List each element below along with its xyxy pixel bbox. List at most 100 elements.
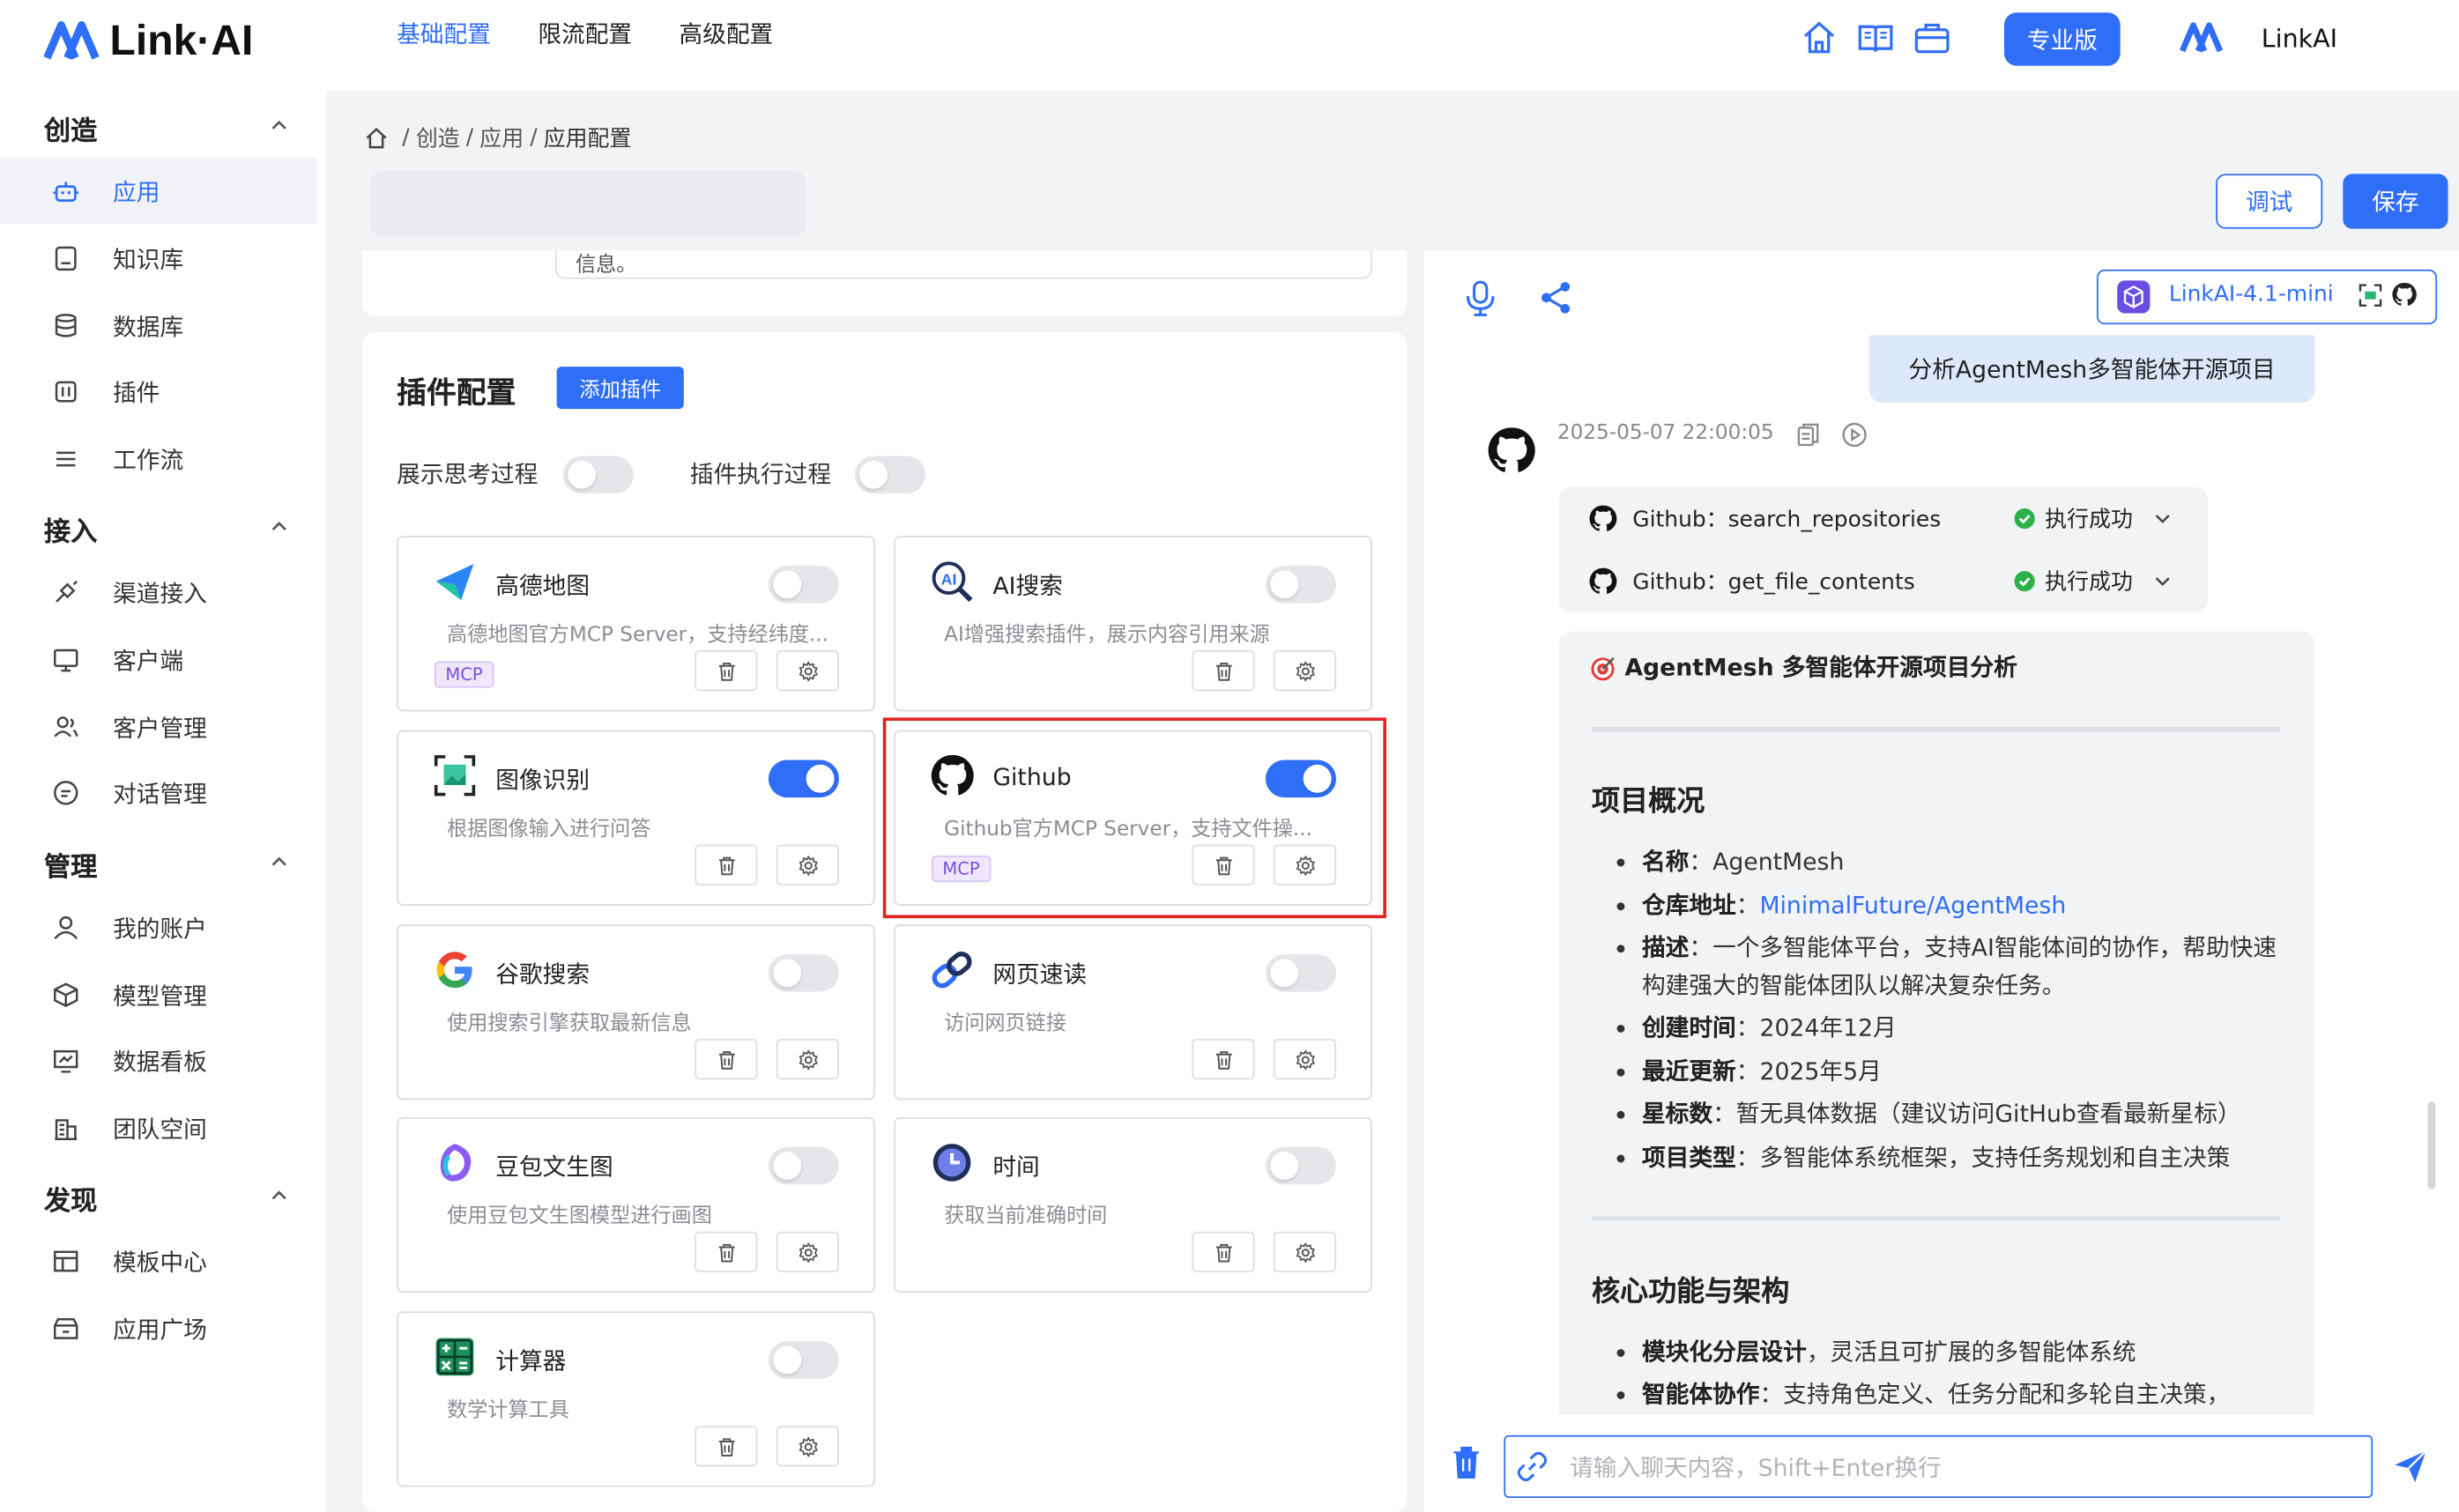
sidebar-item-database[interactable]: 数据库 [0, 293, 316, 359]
pro-badge-button[interactable]: 专业版 [2003, 12, 2121, 66]
response-title: AgentMesh 多智能体开源项目分析 [1624, 653, 2017, 682]
tool-call-row[interactable]: Github：get_file_contents [1588, 566, 1915, 597]
microphone-icon[interactable] [1463, 279, 1497, 317]
delete-plugin-button[interactable] [695, 1426, 758, 1467]
tool-call-row[interactable]: Github：search_repositories [1588, 503, 1941, 535]
share-icon[interactable] [1539, 280, 1573, 315]
plugin-card[interactable]: 时间 获取当前准确时间 [894, 1116, 1372, 1293]
plugin-card[interactable]: 计算器 数学计算工具 [397, 1311, 875, 1487]
sidebar-item-templates[interactable]: 模板中心 [0, 1228, 316, 1294]
tool-call-name: Github：get_file_contents [1632, 570, 1915, 596]
sidebar-item-plugins[interactable]: 插件 [0, 359, 316, 425]
chat-input-placeholder: 请输入聊天内容，Shift+Enter换行 [1570, 1454, 1942, 1483]
plugin-description: 根据图像输入进行问答 [447, 818, 651, 841]
sidebar-item-models[interactable]: 模型管理 [0, 962, 316, 1028]
show-thinking-toggle[interactable] [562, 456, 634, 494]
sidebar-item-clients[interactable]: 客户端 [0, 626, 316, 693]
plugin-toggle[interactable] [768, 1341, 839, 1379]
plugin-card[interactable]: 图像识别 根据图像输入进行问答 [397, 730, 875, 906]
chevron-down-icon[interactable] [2151, 508, 2173, 530]
sidebar-item-workflow[interactable]: 工作流 [0, 426, 316, 493]
tool-call-status[interactable]: 执行成功 [2014, 503, 2173, 535]
home-icon[interactable] [1801, 19, 1839, 56]
delete-plugin-button[interactable] [695, 844, 758, 886]
user-avatar-icon[interactable] [2180, 20, 2224, 55]
repo-link[interactable]: MinimalFuture/AgentMesh [1759, 892, 2066, 920]
plugin-toggle[interactable] [768, 760, 839, 798]
plugin-toggle[interactable] [768, 953, 839, 992]
play-icon[interactable] [1841, 421, 1868, 448]
sidebar-item-channels[interactable]: 渠道接入 [0, 560, 316, 626]
sidebar-item-label: 模型管理 [113, 982, 207, 1011]
list-item: 最近更新：2025年5月 [1616, 1053, 2291, 1091]
plugin-card[interactable]: 豆包文生图 使用豆包文生图模型进行画图 [397, 1116, 875, 1293]
sidebar-item-conversations[interactable]: 对话管理 [0, 760, 316, 826]
plugin-card[interactable]: AI AI搜索 AI增强搜索插件，展示内容引用来源 [894, 536, 1372, 712]
delete-plugin-button[interactable] [695, 1038, 758, 1080]
plugin-card[interactable]: 网页速读 访问网页链接 [894, 924, 1372, 1101]
plugin-settings-button[interactable] [1273, 1231, 1336, 1272]
delete-plugin-button[interactable] [1192, 649, 1255, 692]
plugin-settings-button[interactable] [776, 649, 839, 692]
sidebar-item-apps[interactable]: 应用 [0, 158, 317, 225]
attach-link-icon[interactable] [1517, 1451, 1549, 1483]
username[interactable]: LinkAI [2262, 24, 2337, 54]
chevron-up-icon[interactable] [270, 116, 288, 135]
sidebar-section-create[interactable]: 创造 [44, 108, 97, 148]
plugin-settings-button[interactable] [776, 1038, 839, 1080]
copy-icon[interactable] [1795, 421, 1822, 448]
save-button[interactable]: 保存 [2343, 174, 2448, 229]
tab-rate-limit[interactable]: 限流配置 [521, 10, 650, 56]
add-plugin-button[interactable]: 添加插件 [556, 367, 684, 410]
plugin-toggle[interactable] [1265, 565, 1336, 604]
delete-plugin-button[interactable] [695, 1231, 758, 1272]
plugin-settings-button[interactable] [776, 844, 839, 886]
plugin-settings-button[interactable] [1273, 1038, 1336, 1080]
list-item: 名称：AgentMesh [1616, 843, 2291, 881]
plugin-toggle[interactable] [768, 1146, 839, 1185]
chat-scrollbar[interactable] [2427, 1101, 2436, 1190]
sidebar-item-account[interactable]: 我的账户 [0, 894, 316, 960]
plugin-toggle[interactable] [1265, 1146, 1336, 1185]
previous-textarea[interactable]: 信息。 [554, 250, 1372, 279]
sidebar-item-app-plaza[interactable]: 应用广场 [0, 1296, 316, 1362]
breadcrumb-current: 应用配置 [543, 127, 632, 152]
knowledge-icon [55, 246, 77, 271]
chevron-up-icon[interactable] [270, 517, 288, 536]
chevron-up-icon[interactable] [270, 852, 288, 871]
sidebar-section-discover[interactable]: 发现 [44, 1178, 97, 1218]
logo[interactable]: Link·AI [43, 16, 253, 66]
briefcase-icon[interactable] [1913, 19, 1951, 56]
sidebar-section-manage[interactable]: 管理 [44, 844, 97, 884]
sidebar-item-knowledge[interactable]: 知识库 [0, 226, 316, 292]
sidebar-item-customers[interactable]: 客户管理 [0, 694, 316, 760]
delete-plugin-button[interactable] [695, 649, 758, 692]
plugin-name: 时间 [992, 1153, 1040, 1182]
clear-chat-icon[interactable] [1451, 1445, 1482, 1479]
plugin-description: AI增强搜索插件，展示内容引用来源 [944, 623, 1270, 648]
plugin-toggle[interactable] [768, 565, 839, 604]
plugin-card[interactable]: 高德地图 高德地图官方MCP Server，支持经纬度... MCP [397, 536, 875, 712]
breadcrumb-item[interactable]: 应用 [479, 122, 524, 154]
sidebar-item-dashboard[interactable]: 数据看板 [0, 1028, 316, 1094]
tab-advanced[interactable]: 高级配置 [662, 10, 791, 56]
plugin-settings-button[interactable] [1273, 649, 1336, 692]
sidebar-item-team[interactable]: 团队空间 [0, 1095, 316, 1161]
show-execution-toggle[interactable] [854, 456, 925, 494]
plugin-card[interactable]: 谷歌搜索 使用搜索引擎获取最新信息 [397, 924, 875, 1101]
home-icon[interactable] [364, 125, 389, 150]
debug-button[interactable]: 调试 [2216, 174, 2323, 229]
plugin-settings-button[interactable] [776, 1231, 839, 1272]
send-icon[interactable] [2391, 1448, 2429, 1486]
delete-plugin-button[interactable] [1192, 1231, 1255, 1272]
plugin-settings-button[interactable] [776, 1426, 839, 1467]
plugin-toggle[interactable] [1265, 953, 1336, 992]
chevron-down-icon[interactable] [2151, 570, 2173, 592]
delete-plugin-button[interactable] [1192, 1038, 1255, 1080]
chevron-up-icon[interactable] [270, 1186, 288, 1204]
tool-call-status[interactable]: 执行成功 [2014, 566, 2173, 597]
sidebar-section-access[interactable]: 接入 [44, 509, 97, 549]
book-icon[interactable] [1857, 19, 1895, 56]
tab-basic[interactable]: 基础配置 [379, 9, 509, 57]
breadcrumb-item[interactable]: 创造 [416, 122, 460, 154]
